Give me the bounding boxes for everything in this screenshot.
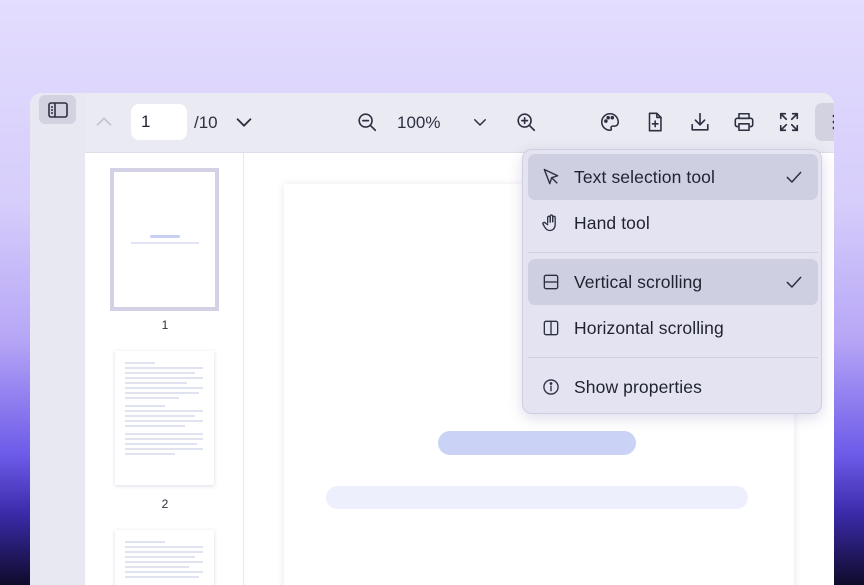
cursor-arrow-icon xyxy=(543,168,559,185)
fullscreen-icon xyxy=(779,112,799,132)
thumb-title-line xyxy=(150,235,180,238)
more-vertical-icon xyxy=(832,114,834,130)
thumbnail-label-2: 2 xyxy=(161,497,169,511)
sidebar-icon xyxy=(47,101,68,118)
chevron-down-icon xyxy=(474,119,486,126)
menu-separator xyxy=(528,357,818,358)
download-icon xyxy=(691,112,709,131)
toolbar: /10 100% xyxy=(85,93,834,153)
thumbnail-page-3[interactable] xyxy=(115,530,214,585)
check-icon xyxy=(786,276,802,288)
more-options-button[interactable] xyxy=(815,103,834,141)
previous-page-button[interactable] xyxy=(85,103,123,141)
next-page-button[interactable] xyxy=(225,103,263,141)
print-button[interactable] xyxy=(725,103,763,141)
zoom-in-button[interactable] xyxy=(507,103,545,141)
open-file-button[interactable] xyxy=(636,103,674,141)
vertical-scroll-icon xyxy=(543,274,559,290)
theme-button[interactable] xyxy=(591,103,629,141)
menu-separator xyxy=(528,252,818,253)
chevron-up-icon xyxy=(96,117,112,126)
file-plus-icon xyxy=(648,112,662,132)
thumbnail-page-1[interactable] xyxy=(110,168,219,311)
menu-item-label: Text selection tool xyxy=(574,167,716,187)
palette-icon xyxy=(601,112,620,132)
chevron-down-icon xyxy=(236,118,252,127)
thumbnail-label-1: 1 xyxy=(161,318,169,332)
menu-item-label: Horizontal scrolling xyxy=(574,318,724,338)
menu-item-horizontal-scrolling[interactable]: Horizontal scrolling xyxy=(528,305,818,351)
check-icon xyxy=(786,171,802,183)
zoom-dropdown-button[interactable] xyxy=(468,103,492,141)
menu-item-text-selection-tool[interactable]: Text selection tool xyxy=(528,154,818,200)
download-button[interactable] xyxy=(681,103,719,141)
printer-icon xyxy=(734,112,754,132)
thumbnail-sidebar: 1 2 xyxy=(85,153,244,585)
page-number-input[interactable] xyxy=(131,104,187,140)
thumb-subtitle-line xyxy=(131,242,199,244)
menu-item-vertical-scrolling[interactable]: Vertical scrolling xyxy=(528,259,818,305)
page-subtitle-placeholder xyxy=(326,486,748,509)
page-title-placeholder xyxy=(438,431,636,455)
thumbnail-page-2[interactable] xyxy=(115,351,214,485)
sidebar-toggle-button[interactable] xyxy=(39,95,76,124)
left-rail xyxy=(30,93,85,585)
page-total: /10 xyxy=(194,113,218,132)
menu-item-label: Show properties xyxy=(574,377,702,397)
menu-item-show-properties[interactable]: Show properties xyxy=(528,364,818,410)
hand-icon xyxy=(542,214,556,232)
zoom-in-icon xyxy=(517,113,536,132)
info-icon xyxy=(543,379,559,395)
menu-item-label: Hand tool xyxy=(574,213,650,233)
zoom-out-button[interactable] xyxy=(348,103,386,141)
more-options-menu: Text selection tool Hand tool Vertical s… xyxy=(522,149,822,414)
zoom-out-icon xyxy=(358,113,377,132)
zoom-level[interactable]: 100% xyxy=(397,113,440,133)
menu-item-hand-tool[interactable]: Hand tool xyxy=(528,200,818,246)
fullscreen-button[interactable] xyxy=(770,103,808,141)
horizontal-scroll-icon xyxy=(543,320,559,336)
menu-item-label: Vertical scrolling xyxy=(574,272,703,292)
